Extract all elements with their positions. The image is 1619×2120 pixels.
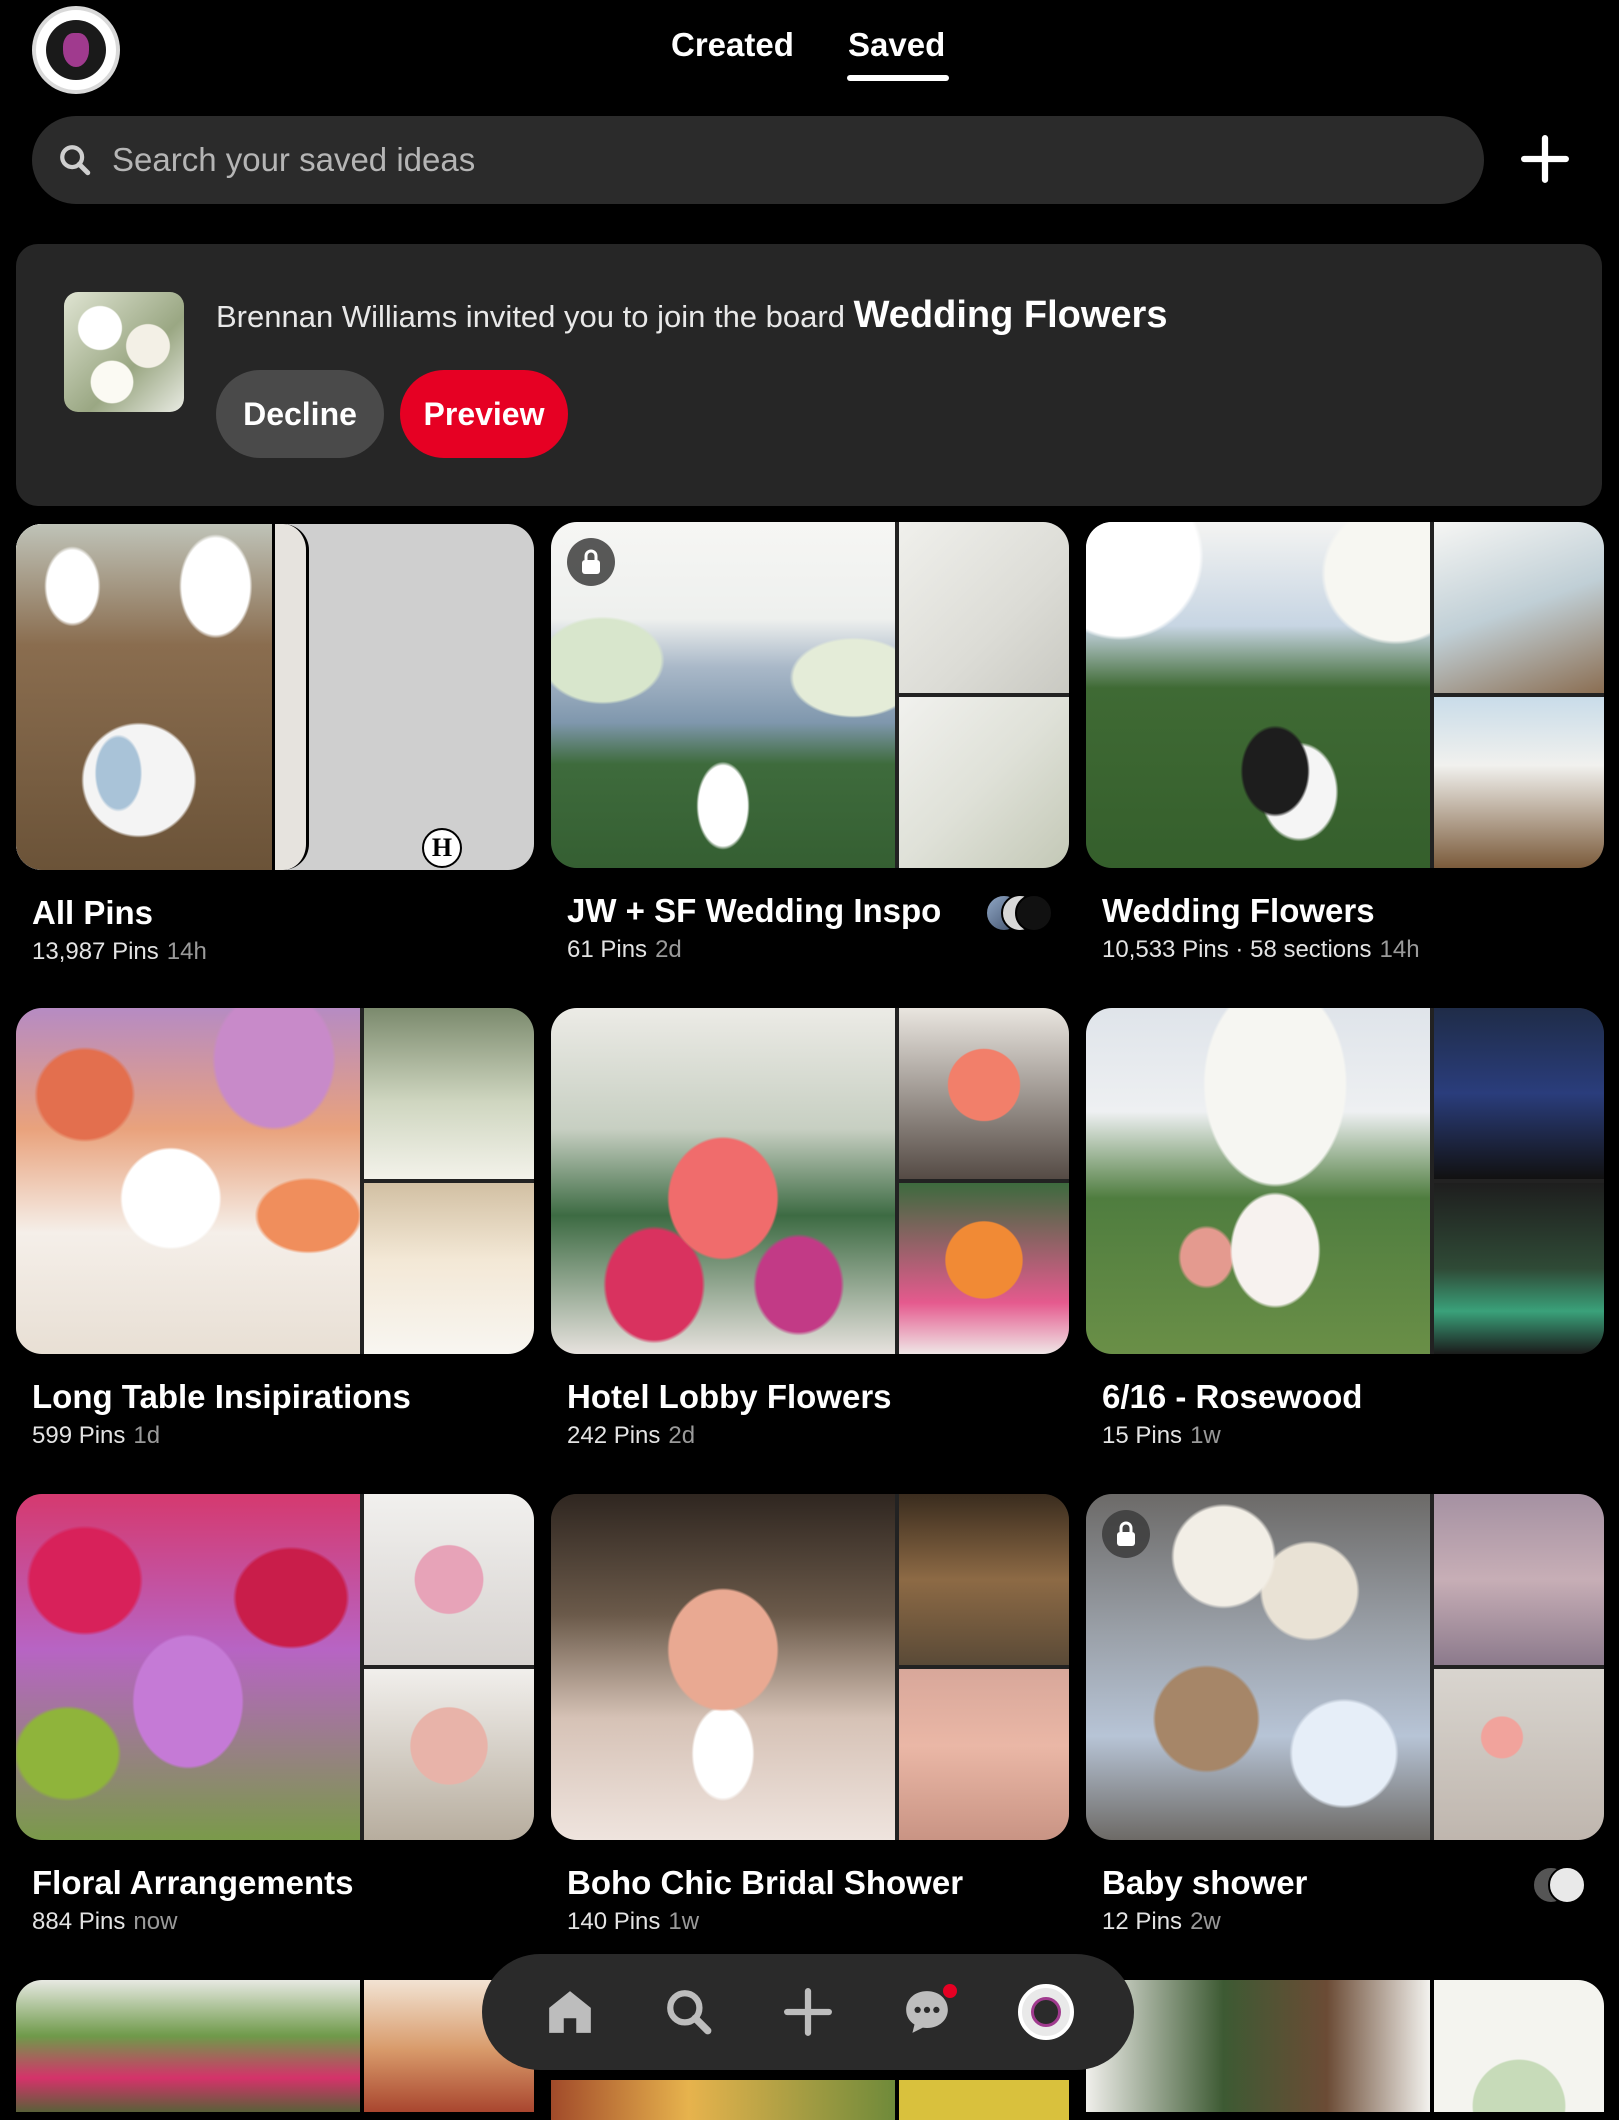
board-title: Long Table Insipirations — [32, 1378, 411, 1415]
board-meta: 884 Pins now — [32, 1908, 178, 1935]
board-title: All Pins — [32, 894, 154, 931]
board-cover — [1086, 1008, 1604, 1354]
add-icon[interactable] — [1520, 134, 1570, 184]
board-cover — [1086, 1494, 1604, 1840]
board-meta: 242 Pins 2d — [567, 1422, 696, 1449]
board-card[interactable] — [551, 2080, 1069, 2120]
bottom-nav — [482, 1954, 1134, 2070]
tab-created[interactable]: Created — [671, 26, 794, 64]
board-cover: H — [16, 524, 534, 870]
lock-icon — [567, 538, 615, 586]
nav-home[interactable] — [538, 1980, 602, 2044]
active-tab-indicator — [847, 75, 949, 81]
search-icon — [60, 145, 91, 176]
board-meta: 12 Pins 2w — [1102, 1908, 1221, 1935]
board-cover — [551, 1008, 1069, 1354]
create-icon — [784, 1988, 832, 2036]
board-title: Floral Arrangements — [32, 1864, 354, 1901]
profile-avatar — [1018, 1984, 1075, 2040]
board-meta: 599 Pins 1d — [32, 1422, 161, 1449]
notification-dot — [943, 1984, 958, 1998]
invite-message: Brennan Williams invited you to join the… — [216, 294, 1167, 337]
tab-saved[interactable]: Saved — [848, 26, 945, 64]
board-cover — [551, 1494, 1069, 1840]
invite-board-thumbnail — [64, 292, 184, 412]
profile-avatar[interactable] — [32, 6, 120, 94]
board-meta: 15 Pins 1w — [1102, 1422, 1221, 1449]
search-icon — [666, 1990, 712, 2035]
collaborator-avatars — [985, 894, 1053, 932]
home-icon — [548, 1991, 591, 2033]
board-cover — [16, 1008, 534, 1354]
board-title: Wedding Flowers — [1102, 892, 1375, 929]
search-input[interactable] — [110, 140, 1414, 180]
board-title: JW + SF Wedding Inspo — [567, 892, 942, 929]
invite-text: Brennan Williams invited you to join the… — [216, 299, 845, 334]
board-title: 6/16 - Rosewood — [1102, 1378, 1363, 1415]
board-card[interactable] — [16, 1980, 534, 2112]
nav-create[interactable] — [776, 1980, 840, 2044]
nav-messages[interactable] — [895, 1980, 959, 2044]
board-card[interactable] — [1086, 1980, 1604, 2112]
nav-profile[interactable] — [1014, 1980, 1078, 2044]
decline-button[interactable]: Decline — [216, 370, 384, 458]
board-cover — [16, 1494, 534, 1840]
collaborator-avatars — [1532, 1866, 1586, 1904]
board-meta: 10,533 Pins · 58 sections 14h — [1102, 936, 1420, 963]
board-meta: 61 Pins 2d — [567, 936, 682, 963]
board-title: Hotel Lobby Flowers — [567, 1378, 892, 1415]
board-title: Baby shower — [1102, 1864, 1308, 1901]
search-bar[interactable] — [32, 116, 1484, 204]
preview-button[interactable]: Preview — [400, 370, 568, 458]
board-meta: 140 Pins 1w — [567, 1908, 700, 1935]
lock-icon — [1102, 1510, 1150, 1558]
nav-search[interactable] — [657, 1980, 721, 2044]
board-title: Boho Chic Bridal Shower — [567, 1864, 964, 1901]
board-cover — [1086, 522, 1604, 868]
invite-board-name: Wedding Flowers — [853, 294, 1168, 336]
board-meta: 13,987 Pins 14h — [32, 938, 207, 965]
board-cover — [551, 522, 1069, 868]
